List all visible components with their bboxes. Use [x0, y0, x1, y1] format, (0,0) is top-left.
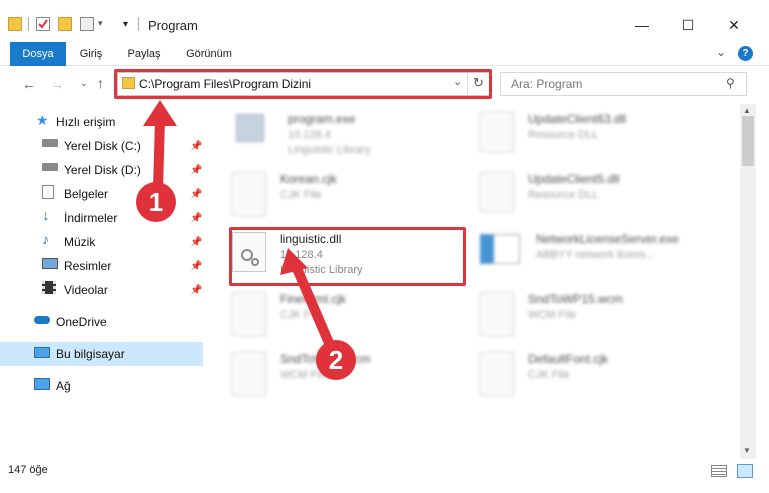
annotation-arrows	[143, 100, 337, 352]
step-marker-1: 1	[136, 182, 176, 222]
arrow-1-head	[143, 100, 177, 126]
arrow-2-shaft	[291, 264, 337, 352]
arrow-2-head	[280, 248, 308, 275]
arrow-1-shaft	[153, 117, 165, 191]
step-marker-2: 2	[316, 340, 356, 380]
